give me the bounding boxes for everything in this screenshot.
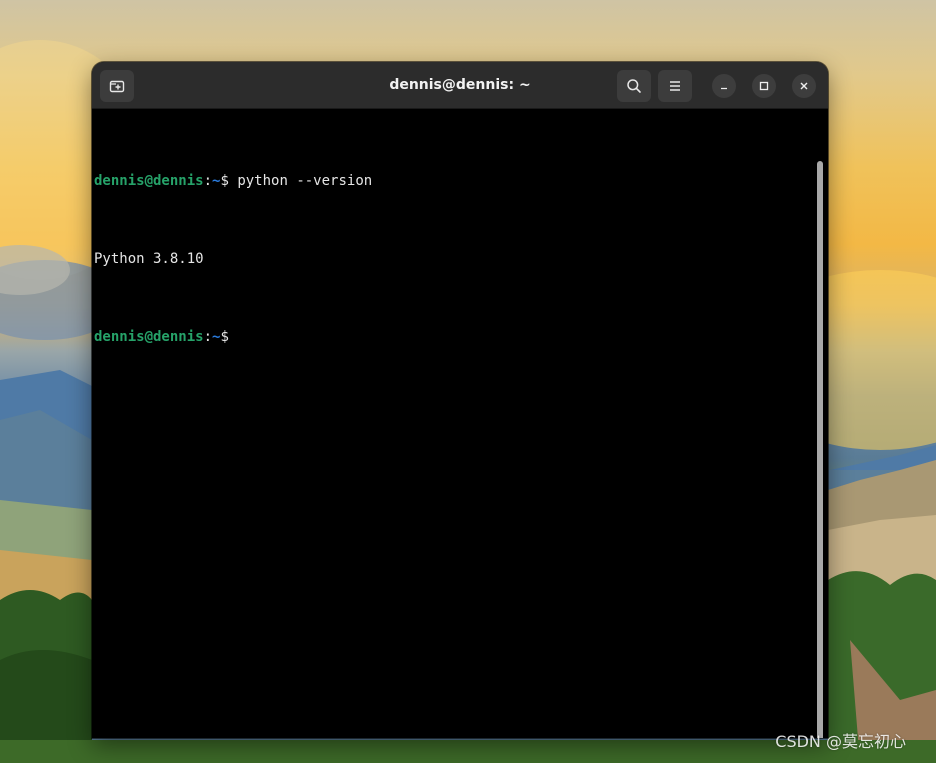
close-button[interactable] [792,74,816,98]
terminal-text: dennis@dennis:~$ python --version Python… [94,116,372,402]
prompt-user-host: dennis@dennis [94,329,204,345]
terminal-output-area[interactable]: dennis@dennis:~$ python --version Python… [92,109,828,738]
minimize-icon [721,87,727,90]
search-button[interactable] [617,70,651,102]
command-output: Python 3.8.10 [94,251,204,267]
titlebar[interactable]: dennis@dennis: ~ [92,62,828,109]
watermark: CSDN @莫忘初心 [775,732,906,751]
new-tab-button[interactable] [100,70,134,102]
minimize-button[interactable] [712,74,736,98]
command-text: python --version [228,173,373,189]
prompt-char: $ [220,329,229,345]
prompt-separator: : [203,329,213,345]
terminal-line: dennis@dennis:~$ python --version [94,168,372,194]
scrollbar[interactable] [817,161,823,738]
terminal-line: dennis@dennis:~$ [94,324,372,350]
prompt-char: $ [220,173,229,189]
terminal-window: dennis@dennis: ~ dennis@dennis:~$ python… [92,62,828,738]
new-tab-icon [109,80,125,93]
maximize-icon [759,81,769,91]
search-icon [627,79,641,93]
hamburger-menu-icon [670,81,680,91]
close-icon [800,82,808,90]
menu-button[interactable] [658,70,692,102]
prompt-separator: : [203,173,213,189]
maximize-button[interactable] [752,74,776,98]
terminal-line: Python 3.8.10 [94,246,372,272]
prompt-user-host: dennis@dennis [94,173,204,189]
